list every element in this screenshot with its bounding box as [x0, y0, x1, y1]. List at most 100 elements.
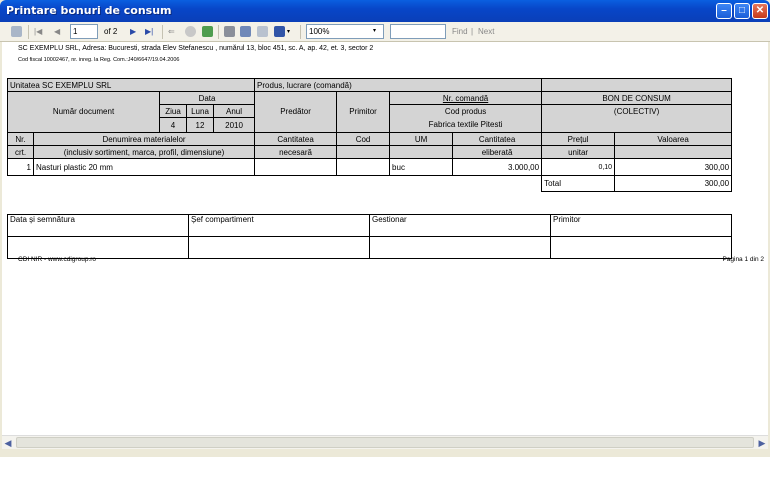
- col-pret-sub-header: unitar: [541, 145, 616, 159]
- voucher-subtitle: (COLECTIV): [541, 104, 733, 118]
- col-um-header: UM: [389, 132, 454, 146]
- col-pret-header: Prețul: [541, 132, 616, 146]
- page-setup-icon[interactable]: [257, 26, 268, 37]
- page-number-input[interactable]: 1: [70, 24, 98, 39]
- consumption-voucher-table: Unitatea SC EXEMPLU SRL Produs, lucrare …: [6, 78, 733, 192]
- document-number-value: [7, 117, 160, 133]
- next-page-icon[interactable]: ▶: [130, 25, 136, 39]
- month-label: Luna: [186, 104, 214, 118]
- col-um-sub-header: [389, 145, 454, 159]
- export-dropdown-icon[interactable]: ▾: [287, 25, 290, 39]
- col-cant-necesara-header: Cantitatea: [254, 132, 338, 146]
- voucher-title: BON DE CONSUM: [541, 91, 733, 105]
- primitor-label: Primitor: [336, 104, 391, 118]
- previous-page-icon[interactable]: ◀: [54, 25, 60, 39]
- date-label: Data: [158, 91, 256, 105]
- stop-icon[interactable]: [185, 26, 196, 37]
- predator-value: [254, 117, 338, 133]
- month-value: 12: [186, 117, 214, 133]
- row-nr: 1: [7, 158, 34, 176]
- total-value: 300,00: [614, 175, 733, 192]
- signature-receiver-label: Primitor: [550, 214, 732, 237]
- primitor-blank: [336, 91, 391, 105]
- report-page: SC EXEMPLU SRL, Adresa: Bucuresti, strad…: [2, 42, 768, 435]
- primitor-value: [336, 117, 391, 133]
- order-number-label: Nr. comandă: [389, 91, 543, 105]
- footer-page-number: Pagina 1 din 2: [722, 256, 764, 263]
- signature-head-label: Șef compartiment: [188, 214, 370, 237]
- col-crt-header: crt.: [7, 145, 34, 159]
- row-cant-necesara: [254, 158, 338, 176]
- predator-label: Predător: [254, 104, 338, 118]
- signatures-table: Data și semnătura Șef compartiment Gesti…: [7, 214, 732, 259]
- zoom-dropdown-icon[interactable]: ▾: [373, 24, 376, 38]
- find-input[interactable]: [390, 24, 446, 39]
- find-separator: |: [471, 27, 474, 36]
- col-denumirea-header: Denumirea materialelor: [32, 132, 256, 146]
- signature-receiver-space: [550, 236, 732, 259]
- total-label: Total: [541, 175, 616, 192]
- product-code-value: Fabrica textile Pitesti: [389, 117, 543, 133]
- last-page-icon[interactable]: ▶|: [145, 25, 153, 39]
- page-count-label: of 2: [104, 27, 118, 36]
- toolbar-separator: [300, 25, 301, 39]
- minimize-button[interactable]: –: [716, 3, 732, 19]
- fiscal-code: Cod fiscal 10002467, nr. inreg. la Reg. …: [18, 57, 180, 63]
- day-value: 4: [159, 117, 187, 133]
- find-next-link[interactable]: Next: [478, 25, 494, 39]
- total-blank: [7, 175, 543, 192]
- close-button[interactable]: ✕: [752, 3, 768, 19]
- toolbar-separator: [218, 25, 219, 39]
- export-icon[interactable]: [274, 26, 285, 37]
- row-cod: [336, 158, 391, 176]
- product-label-cell: Produs, lucrare (comandă): [254, 78, 543, 92]
- signature-date-label: Data și semnătura: [7, 214, 189, 237]
- print-icon[interactable]: [224, 26, 235, 37]
- company-address: SC EXEMPLU SRL, Adresa: Bucuresti, strad…: [18, 45, 374, 52]
- row-um: buc: [389, 158, 454, 176]
- voucher-blank: [541, 117, 733, 133]
- product-blank-cell: [541, 78, 733, 92]
- maximize-button[interactable]: □: [734, 3, 750, 19]
- col-valoare-sub-header: [614, 145, 733, 159]
- scroll-right-icon[interactable]: ▶: [756, 437, 768, 449]
- predator-blank: [254, 91, 338, 105]
- signature-head-space: [188, 236, 370, 259]
- col-cant-eliberata-header: Cantitatea: [452, 132, 543, 146]
- document-number-label: Număr document: [7, 104, 160, 118]
- footer-website: CDI NIR - www.cdigroup.ro: [18, 256, 97, 263]
- scroll-thumb[interactable]: [16, 437, 754, 448]
- row-denumirea: Nasturi plastic 20 mm: [32, 158, 256, 176]
- row-valoare: 300,00: [614, 158, 733, 176]
- signature-storekeeper-space: [369, 236, 551, 259]
- scroll-left-icon[interactable]: ◀: [2, 437, 14, 449]
- window-title: Printare bonuri de consum: [6, 4, 172, 17]
- title-bar: Printare bonuri de consum – □ ✕: [0, 0, 770, 22]
- row-cant-eliberata: 3.000,00: [452, 158, 543, 176]
- print-layout-icon[interactable]: [240, 26, 251, 37]
- back-icon[interactable]: ⇐: [168, 25, 175, 39]
- unit-cell: Unitatea SC EXEMPLU SRL: [6, 78, 256, 92]
- col-cant-necesara-sub-header: necesară: [254, 145, 338, 159]
- report-viewer-window: Printare bonuri de consum – □ ✕ |◀ ◀ 1 o…: [0, 0, 770, 457]
- table-row: 1 Nasturi plastic 20 mm buc 3.000,00 0,1…: [7, 158, 733, 176]
- year-value: 2010: [212, 117, 256, 133]
- product-code-label: Cod produs: [389, 104, 543, 118]
- col-cod-header: Cod: [336, 132, 391, 146]
- refresh-icon[interactable]: [202, 26, 213, 37]
- report-toolbar: |◀ ◀ 1 of 2 ▶ ▶| ⇐ ▾ 100% ▾ Find | Next: [0, 22, 770, 42]
- first-page-icon[interactable]: |◀: [34, 25, 42, 39]
- horizontal-scrollbar[interactable]: ◀ ▶: [2, 435, 768, 449]
- signature-storekeeper-label: Gestionar: [369, 214, 551, 237]
- toolbar-separator: [162, 25, 163, 39]
- document-map-icon[interactable]: [11, 26, 22, 37]
- doc-blank-cell: [7, 91, 160, 105]
- col-cod-sub-header: [336, 145, 391, 159]
- toolbar-separator: [28, 25, 29, 39]
- day-label: Ziua: [159, 104, 187, 118]
- col-cant-eliberata-sub-header: eliberată: [452, 145, 543, 159]
- year-label: Anul: [212, 104, 256, 118]
- col-denumirea-sub-header: (inclusiv sortiment, marca, profil, dime…: [32, 145, 256, 159]
- col-valoare-header: Valoarea: [614, 132, 733, 146]
- find-link[interactable]: Find: [452, 25, 468, 39]
